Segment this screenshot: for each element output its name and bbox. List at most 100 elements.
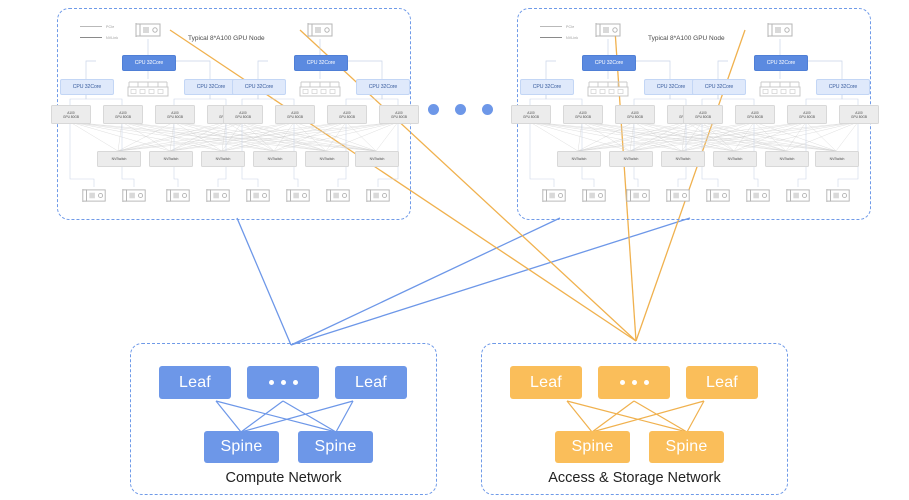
network-nic-icon — [580, 187, 608, 209]
nvswitch[interactable]: NVSwitch — [201, 151, 245, 167]
cpu-secondary-left[interactable]: CPU 32Core — [520, 79, 574, 95]
nvswitch[interactable]: NVSwitch — [661, 151, 705, 167]
gpu-memory: GPU 80GB — [695, 114, 711, 119]
legend-label: NVLink — [106, 35, 119, 40]
link-line — [346, 60, 383, 79]
ellipsis-dot — [482, 104, 493, 115]
link-line — [577, 121, 687, 152]
nvswitch[interactable]: NVSwitch — [305, 151, 349, 167]
uplink-nic-icon — [765, 21, 795, 44]
uplink-nic-icon — [593, 21, 623, 44]
diagram-canvas: PCIe NVLink Typical 8*A100 GPU Node CPU 32C… — [0, 0, 909, 500]
gpu-card[interactable]: A100GPU 80GB — [511, 105, 551, 124]
gpu-card[interactable]: A100GPU 80GB — [275, 105, 315, 124]
gpu-memory: GPU 80GB — [115, 114, 131, 119]
link-type-legend: PCIe NVLink — [540, 23, 578, 41]
cpu-primary[interactable]: CPU 32Core — [754, 55, 808, 71]
network-nic-icon — [244, 187, 272, 209]
gpu-node-cluster-right[interactable]: PCIe NVLink Typical 8*A100 GPU Node CPU 32C… — [511, 8, 879, 220]
gpu-card[interactable]: A100GPU 80GB — [839, 105, 879, 124]
network-nic-icon — [364, 187, 392, 209]
wire-compute-3 — [290, 217, 561, 346]
gpu-card[interactable]: A100GPU 80GB — [615, 105, 655, 124]
gpu-card[interactable]: A100GPU 80GB — [51, 105, 91, 124]
network-nic-icon — [164, 187, 192, 209]
uplink-nic-icon — [133, 21, 163, 44]
network-nic-icon — [824, 187, 852, 209]
cpu-primary[interactable]: CPU 32Core — [122, 55, 176, 71]
cpu-secondary-right[interactable]: CPU 32Core — [816, 79, 870, 95]
gpu-memory: GPU 80GB — [339, 114, 355, 119]
nvswitch[interactable]: NVSwitch — [97, 151, 141, 167]
access-spine-left[interactable]: Spine — [555, 431, 630, 463]
gpu-node-cluster-left[interactable]: PCIe NVLink Typical 8*A100 GPU Node CPU 32C… — [51, 8, 419, 220]
compute-leaf-middle-ellipsis[interactable] — [247, 366, 319, 399]
nvswitch[interactable]: NVSwitch — [149, 151, 193, 167]
gpu-card[interactable]: A100GPU 80GB — [327, 105, 367, 124]
wire-compute-2 — [290, 217, 691, 346]
compute-leaf-left[interactable]: Leaf — [159, 366, 231, 399]
gpu-card[interactable]: A100GPU 80GB — [563, 105, 603, 124]
nvswitch[interactable]: NVSwitch — [765, 151, 809, 167]
gpu-card[interactable]: A100GPU 80GB — [103, 105, 143, 124]
nvswitch[interactable]: NVSwitch — [713, 151, 757, 167]
link-line — [117, 121, 227, 152]
legend-row-pcie: PCIe — [80, 23, 118, 30]
gpu-card[interactable]: A100GPU 80GB — [787, 105, 827, 124]
link-line — [69, 122, 95, 187]
gpu-card[interactable]: A100GPU 80GB — [735, 105, 775, 124]
link-line — [577, 121, 583, 152]
network-nic-icon — [744, 187, 772, 209]
node-title: Typical 8*A100 GPU Node — [648, 35, 725, 42]
cpu-primary[interactable]: CPU 32Core — [294, 55, 348, 71]
legend-swatch-nvlink — [540, 37, 562, 38]
access-leaf-right[interactable]: Leaf — [686, 366, 758, 399]
link-line — [69, 121, 119, 152]
access-storage-network-panel[interactable]: Leaf Leaf Spine Spine Access & Storage N… — [481, 343, 788, 495]
cpu-primary[interactable]: CPU 32Core — [582, 55, 636, 71]
network-nic-icon — [540, 187, 568, 209]
gpu-card[interactable]: A100GPU 80GB — [155, 105, 195, 124]
access-spine-right[interactable]: Spine — [649, 431, 724, 463]
wire-compute-1 — [236, 217, 292, 346]
gpu-memory: GPU 80GB — [287, 114, 303, 119]
link-line — [117, 121, 123, 152]
cpu-secondary-right[interactable]: CPU 32Core — [644, 79, 698, 95]
cpu-secondary-left[interactable]: CPU 32Core — [60, 79, 114, 95]
compute-spine-left[interactable]: Spine — [204, 431, 279, 463]
nvswitch[interactable]: NVSwitch — [609, 151, 653, 167]
gpu-memory: GPU 80GB — [523, 114, 539, 119]
link-line — [257, 60, 268, 79]
compute-spine-right[interactable]: Spine — [298, 431, 373, 463]
cpu-secondary-left[interactable]: CPU 32Core — [232, 79, 286, 95]
ellipsis-dots — [619, 380, 649, 385]
link-line — [577, 121, 635, 152]
nvswitch[interactable]: NVSwitch — [557, 151, 601, 167]
network-nic-icon — [120, 187, 148, 209]
cpu-secondary-right[interactable]: CPU 32Core — [184, 79, 238, 95]
access-leaf-left[interactable]: Leaf — [510, 366, 582, 399]
pcie-switch-icon — [125, 79, 171, 104]
access-storage-network-label: Access & Storage Network — [548, 470, 721, 486]
compute-network-label: Compute Network — [225, 470, 342, 486]
link-line — [529, 122, 555, 187]
gpu-card[interactable]: A100GPU 80GB — [379, 105, 419, 124]
access-leaf-middle-ellipsis[interactable] — [598, 366, 670, 399]
cpu-secondary-right[interactable]: CPU 32Core — [356, 79, 410, 95]
nvswitch[interactable]: NVSwitch — [253, 151, 297, 167]
cpu-secondary-left[interactable]: CPU 32Core — [692, 79, 746, 95]
gpu-card[interactable]: A100GPU 80GB — [683, 105, 723, 124]
network-nic-icon — [624, 187, 652, 209]
compute-leaf-right[interactable]: Leaf — [335, 366, 407, 399]
legend-swatch-pcie — [540, 26, 562, 27]
gpu-memory: GPU 80GB — [391, 114, 407, 119]
link-line — [717, 60, 728, 79]
gpu-card[interactable]: A100GPU 80GB — [223, 105, 263, 124]
link-line — [529, 121, 579, 152]
legend-label: PCIe — [566, 24, 575, 29]
nvswitch[interactable]: NVSwitch — [355, 151, 399, 167]
compute-network-panel[interactable]: Leaf Leaf Spine Spine Compute Network — [130, 343, 437, 495]
nvswitch[interactable]: NVSwitch — [815, 151, 859, 167]
link-line — [806, 60, 843, 79]
pcie-switch-icon — [297, 79, 343, 104]
